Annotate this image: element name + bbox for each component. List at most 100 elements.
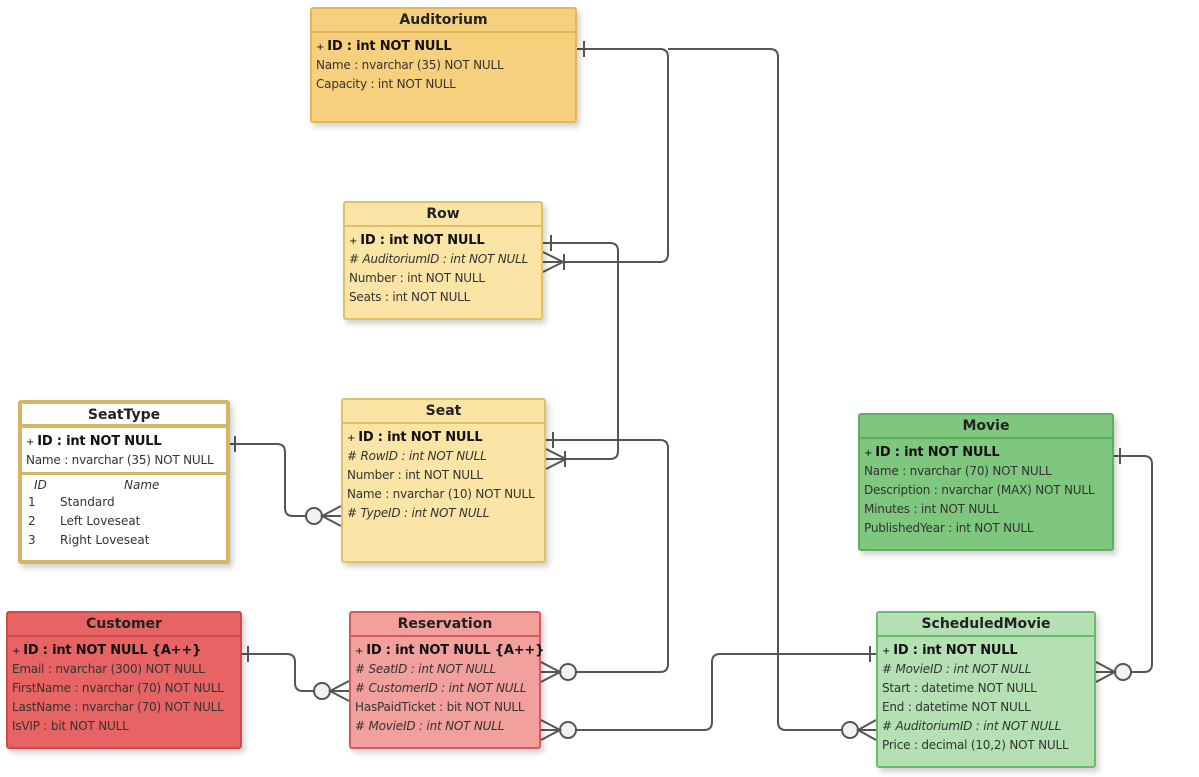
attribute-text: # AuditoriumID : int NOT NULL [349, 252, 529, 266]
attribute-foreign-key: # MovieID : int NOT NULL [355, 717, 539, 736]
attribute-text: Capacity : int NOT NULL [316, 77, 456, 91]
attribute-foreign-key: # CustomerID : int NOT NULL [355, 679, 539, 698]
attribute-text: IsVIP : bit NOT NULL [12, 719, 129, 733]
many-marker-icon [319, 505, 342, 527]
attribute-text: Number : int NOT NULL [347, 468, 483, 482]
rel-movie-scheduledmovie [1114, 455, 1153, 673]
many-marker-icon [540, 661, 563, 683]
entity-title: Seat [343, 400, 544, 424]
many-marker-icon [540, 719, 563, 741]
primary-key-icon: + [347, 433, 356, 444]
attribute-text: # CustomerID : int NOT NULL [355, 681, 527, 695]
lookup-row: 2 Left Loveseat [26, 512, 226, 531]
rel-customer-reservation [242, 653, 314, 692]
zero-marker-icon [313, 682, 331, 700]
entity-row[interactable]: Row + ID : int NOT NULL # AuditoriumID : i… [343, 201, 543, 320]
attribute-list: + ID : int NOT NULL {A++} Email : nvarchar… [8, 637, 240, 736]
attribute-primary-key: + ID : int NOT NULL {A++} [12, 641, 240, 660]
lookup-cell: 2 [28, 514, 36, 528]
attribute-text: Name : nvarchar (10) NOT NULL [347, 487, 535, 501]
entity-reservation[interactable]: Reservation + ID : int NOT NULL {A++} # Se… [349, 611, 544, 749]
attribute-text: Price : decimal (10,2) NOT NULL [882, 738, 1069, 752]
entity-title: Reservation [351, 613, 539, 637]
attribute-foreign-key: # TypeID : int NOT NULL [347, 504, 544, 523]
rel-seat-reservation [546, 439, 669, 673]
rel-scheduledmovie-reservation [576, 653, 876, 731]
zero-marker-icon [1114, 663, 1132, 681]
attribute: PublishedYear : int NOT NULL [864, 519, 1112, 538]
attribute-text: ID : int NOT NULL [327, 39, 452, 54]
attribute-text: Email : nvarchar (300) NOT NULL [12, 662, 205, 676]
attribute: Email : nvarchar (300) NOT NULL [12, 660, 240, 679]
primary-key-icon: + [26, 437, 35, 448]
primary-key-icon: + [882, 646, 891, 657]
attribute-list: + ID : int NOT NULL Name : nvarchar (70) N… [860, 439, 1112, 538]
lookup-cell: Right Loveseat [60, 533, 150, 547]
entity-seattype[interactable]: SeatType + ID : int NOT NULL Name : nvarch… [18, 400, 230, 564]
rel-auditorium-scheduledmovie [668, 48, 842, 731]
attribute-list: + ID : int NOT NULL Name : nvarchar (35) N… [22, 428, 226, 475]
attribute-text: Seats : int NOT NULL [349, 290, 471, 304]
entity-customer[interactable]: Customer + ID : int NOT NULL {A++} Email :… [6, 611, 242, 749]
attribute-text: # AuditoriumID : int NOT NULL [882, 719, 1062, 733]
entity-auditorium[interactable]: Auditorium + ID : int NOT NULL Name : nvar… [310, 7, 577, 123]
attribute-text: ID : int NOT NULL [360, 233, 485, 248]
attribute: Minutes : int NOT NULL [864, 500, 1112, 519]
primary-key-icon: + [316, 42, 325, 53]
rel-row-seat [543, 242, 619, 460]
attribute: Seats : int NOT NULL [349, 288, 541, 307]
rel-seattype-seat [230, 443, 306, 517]
attribute-foreign-key: # AuditoriumID : int NOT NULL [349, 250, 541, 269]
attribute-text: # SeatID : int NOT NULL [355, 662, 496, 676]
primary-key-icon: + [864, 448, 873, 459]
attribute-text: ID : int NOT NULL [875, 445, 1000, 460]
attribute-foreign-key: # MovieID : int NOT NULL [882, 660, 1094, 679]
entity-seat[interactable]: Seat + ID : int NOT NULL # RowID : int NOT… [341, 398, 546, 563]
zero-marker-icon [305, 507, 323, 525]
attribute-primary-key: + ID : int NOT NULL [864, 443, 1112, 462]
zero-marker-icon [841, 721, 859, 739]
attribute: Name : nvarchar (35) NOT NULL [26, 451, 226, 470]
one-or-many-marker-icon [545, 448, 569, 470]
attribute-text: ID : int NOT NULL [358, 430, 483, 445]
attribute-primary-key: + ID : int NOT NULL [349, 231, 541, 250]
attribute-primary-key: + ID : int NOT NULL {A++} [355, 641, 544, 660]
attribute-text: LastName : nvarchar (70) NOT NULL [12, 700, 224, 714]
zero-marker-icon [559, 721, 577, 739]
attribute-text: Number : int NOT NULL [349, 271, 485, 285]
attribute: Name : nvarchar (70) NOT NULL [864, 462, 1112, 481]
attribute-text: # RowID : int NOT NULL [347, 449, 487, 463]
attribute: Number : int NOT NULL [347, 466, 544, 485]
attribute: FirstName : nvarchar (70) NOT NULL [12, 679, 240, 698]
attribute-foreign-key: # SeatID : int NOT NULL [355, 660, 539, 679]
entity-title: ScheduledMovie [878, 613, 1094, 637]
entity-scheduledmovie[interactable]: ScheduledMovie + ID : int NOT NULL # Movie… [876, 611, 1096, 768]
entity-title: Movie [860, 415, 1112, 439]
attribute: Start : datetime NOT NULL [882, 679, 1094, 698]
attribute-list: + ID : int NOT NULL # RowID : int NOT NULL… [343, 424, 544, 523]
attribute-text: # MovieID : int NOT NULL [882, 662, 1032, 676]
lookup-row: 1 Standard [26, 493, 226, 512]
attribute: Name : nvarchar (10) NOT NULL [347, 485, 544, 504]
lookup-header: ID Name [26, 477, 226, 493]
attribute-text: Start : datetime NOT NULL [882, 681, 1037, 695]
attribute-text: # MovieID : int NOT NULL [355, 719, 505, 733]
entity-movie[interactable]: Movie + ID : int NOT NULL Name : nvarchar … [858, 413, 1114, 551]
attribute: Name : nvarchar (35) NOT NULL [316, 56, 575, 75]
attribute-primary-key: + ID : int NOT NULL [26, 432, 226, 451]
attribute: HasPaidTicket : bit NOT NULL [355, 698, 539, 717]
attribute-list: + ID : int NOT NULL Name : nvarchar (35) N… [312, 33, 575, 94]
lookup-cell: 1 [28, 495, 36, 509]
attribute-foreign-key: # RowID : int NOT NULL [347, 447, 544, 466]
attribute-text: ID : int NOT NULL {A++} [366, 643, 545, 658]
primary-key-icon: + [349, 236, 358, 247]
one-or-many-marker-icon [542, 251, 566, 273]
primary-key-icon: + [12, 646, 21, 657]
lookup-col-id: ID [34, 478, 47, 492]
attribute: End : datetime NOT NULL [882, 698, 1094, 717]
attribute-primary-key: + ID : int NOT NULL [347, 428, 544, 447]
attribute-text: HasPaidTicket : bit NOT NULL [355, 700, 525, 714]
lookup-cell: Standard [60, 495, 115, 509]
zero-marker-icon [559, 663, 577, 681]
attribute: Capacity : int NOT NULL [316, 75, 575, 94]
